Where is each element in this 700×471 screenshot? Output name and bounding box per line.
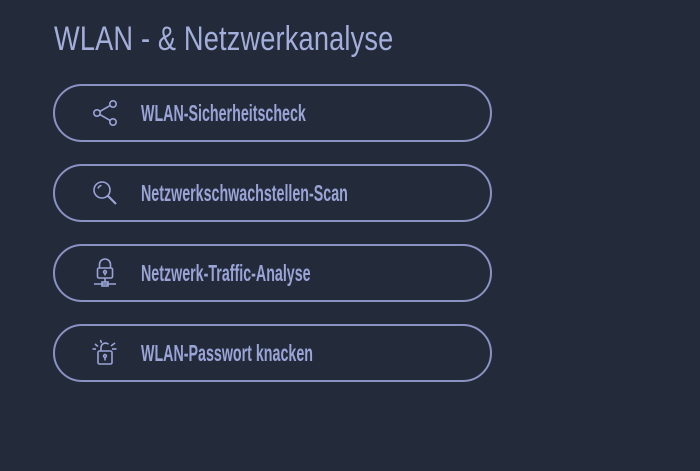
wlan-password-crack-button[interactable]: WLAN-Passwort knacken: [53, 324, 492, 382]
unlock-icon: [89, 337, 121, 369]
share-icon: [89, 97, 121, 129]
wlan-security-check-label: WLAN-Sicherheitscheck: [141, 100, 306, 126]
network-traffic-analysis-button[interactable]: Netzwerk-Traffic-Analyse: [53, 244, 492, 302]
network-lock-icon: [89, 257, 121, 289]
page-title: WLAN - & Netzwerkanalyse: [54, 20, 394, 58]
analysis-menu: WLAN-Sicherheitscheck Netzwerkschwachste…: [53, 84, 492, 404]
network-traffic-analysis-label: Netzwerk-Traffic-Analyse: [141, 260, 311, 286]
network-vulnerability-scan-label: Netzwerkschwachstellen-Scan: [141, 180, 348, 206]
network-vulnerability-scan-button[interactable]: Netzwerkschwachstellen-Scan: [53, 164, 492, 222]
wlan-security-check-button[interactable]: WLAN-Sicherheitscheck: [53, 84, 492, 142]
wlan-password-crack-label: WLAN-Passwort knacken: [141, 340, 313, 366]
search-icon: [89, 177, 121, 209]
